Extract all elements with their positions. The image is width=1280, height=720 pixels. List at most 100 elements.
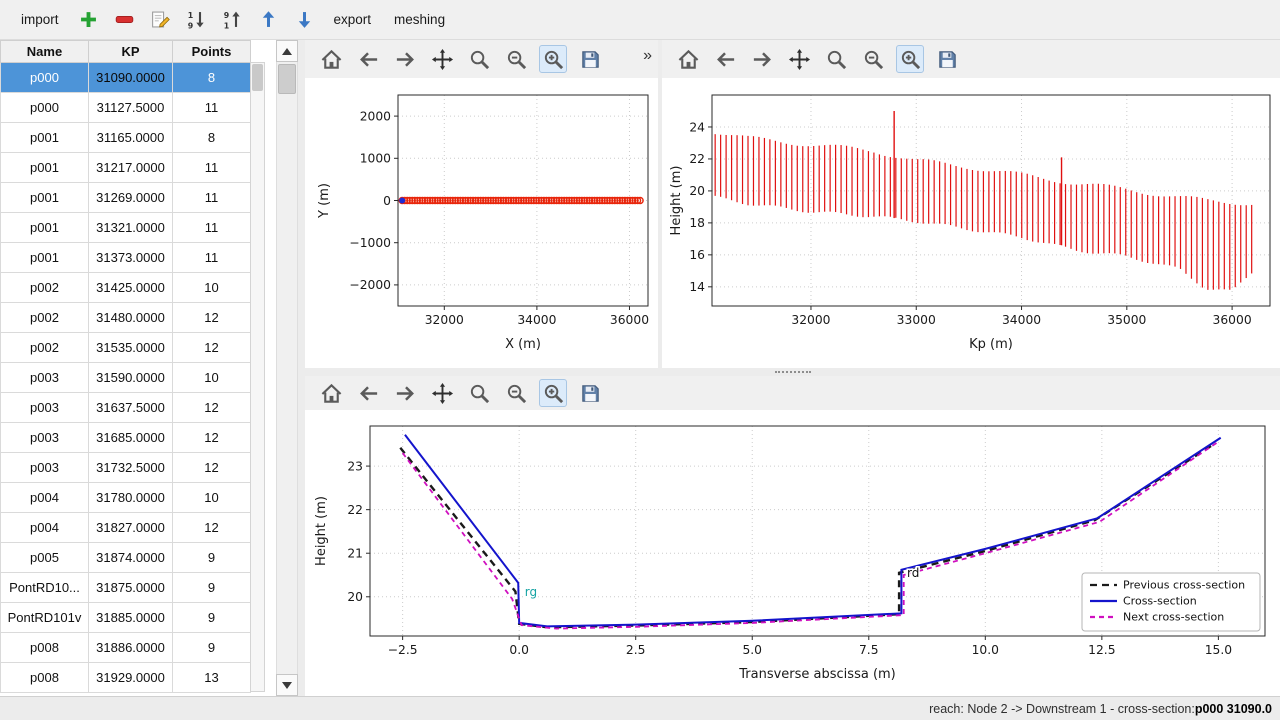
save-button[interactable] [576,45,604,73]
table-row[interactable]: p00331685.000012 [1,423,251,453]
table-row[interactable]: p00031090.00008 [1,63,251,93]
home-button[interactable] [317,379,345,407]
panel-scrollbar[interactable] [276,40,298,696]
forward-icon [751,48,774,71]
cross-sections-panel: NameKPPoints p00031090.00008p00031127.50… [0,40,298,696]
home-button[interactable] [674,45,702,73]
svg-text:18: 18 [689,216,705,230]
zoom-out-button[interactable] [502,379,530,407]
table-row[interactable]: p00331590.000010 [1,363,251,393]
save-button[interactable] [933,45,961,73]
table-row[interactable]: p00531874.00009 [1,543,251,573]
scroll-up-button[interactable] [276,40,298,62]
zoom-out-icon [505,382,528,405]
zoom-in-button[interactable] [539,45,567,73]
forward-button[interactable] [748,45,776,73]
zoom-button[interactable] [465,379,493,407]
table-row[interactable]: p00231535.000012 [1,333,251,363]
series-selected-cross-section [399,198,405,204]
import-button[interactable]: import [14,8,66,31]
svg-text:9: 9 [223,11,228,20]
svg-text:20: 20 [347,590,363,604]
figure-profile[interactable]: 3200033000340003500036000141618202224Kp … [662,78,1280,368]
profile-figure[interactable]: 3200033000340003500036000141618202224Kp … [662,78,1280,368]
pan-button[interactable] [785,45,813,73]
svg-text:15.0: 15.0 [1205,643,1232,657]
table-scrollbar-thumb[interactable] [252,64,263,91]
cell-kp: 31165.0000 [89,123,173,153]
cell-points: 10 [173,273,251,303]
table-row[interactable]: p00831929.000013 [1,663,251,693]
zoom-out-icon [505,48,528,71]
column-header-points[interactable]: Points [173,41,251,63]
cell-points: 11 [173,93,251,123]
table-row[interactable]: p00431827.000012 [1,513,251,543]
panel-scrollbar-track[interactable] [276,62,298,674]
remove-cross-section-button[interactable] [111,6,138,33]
table-row[interactable]: p00131373.000011 [1,243,251,273]
export-button[interactable]: export [327,8,379,31]
cell-name: p001 [1,153,89,183]
figure-plan[interactable]: 320003400036000−2000−1000010002000X (m)Y… [305,78,658,368]
column-header-kp[interactable]: KP [89,41,173,63]
column-header-name[interactable]: Name [1,41,89,63]
table-row[interactable]: PontRD10...31875.00009 [1,573,251,603]
edit-button[interactable] [147,6,174,33]
zoom-in-icon [542,382,565,405]
cell-name: p001 [1,213,89,243]
sort-ascending-button[interactable]: 91 [219,6,246,33]
cell-name: p008 [1,633,89,663]
back-button[interactable] [354,379,382,407]
cross-sections-table[interactable]: NameKPPoints p00031090.00008p00031127.50… [0,40,251,693]
move-down-button[interactable] [291,6,318,33]
home-button[interactable] [317,45,345,73]
pan-button[interactable] [428,45,456,73]
toolbar-overflow-button[interactable]: » [643,47,652,65]
zoom-in-button[interactable] [896,45,924,73]
pan-button[interactable] [428,379,456,407]
table-row[interactable]: p00331637.500012 [1,393,251,423]
table-row[interactable]: p00231480.000012 [1,303,251,333]
table-row[interactable]: p00131269.000011 [1,183,251,213]
zoom-button[interactable] [822,45,850,73]
back-button[interactable] [354,45,382,73]
move-up-button[interactable] [255,6,282,33]
table-row[interactable]: p00231425.000010 [1,273,251,303]
cell-name: p004 [1,513,89,543]
zoom-button[interactable] [465,45,493,73]
table-row[interactable]: p00131165.00008 [1,123,251,153]
table-row[interactable]: p00031127.500011 [1,93,251,123]
horizontal-splitter[interactable] [305,368,1280,376]
table-row[interactable]: p00831886.00009 [1,633,251,663]
cell-kp: 31886.0000 [89,633,173,663]
figure-xsection[interactable]: −2.50.02.55.07.510.012.515.020212223Tran… [305,410,1280,696]
sort-descending-button[interactable]: 19 [183,6,210,33]
add-cross-section-button[interactable] [75,6,102,33]
zoom-in-icon [542,48,565,71]
cell-name: p003 [1,393,89,423]
table-row[interactable]: p00431780.000010 [1,483,251,513]
cell-kp: 31425.0000 [89,273,173,303]
vertical-splitter[interactable] [298,40,305,696]
panel-scrollbar-thumb[interactable] [278,64,296,94]
home-icon [320,48,343,71]
save-button[interactable] [576,379,604,407]
forward-button[interactable] [391,45,419,73]
zoom-out-button[interactable] [502,45,530,73]
plan-view-figure[interactable]: 320003400036000−2000−1000010002000X (m)Y… [305,78,658,368]
meshing-button[interactable]: meshing [387,8,452,31]
table-row[interactable]: p00131321.000011 [1,213,251,243]
zoom-in-button[interactable] [539,379,567,407]
save-icon [579,382,602,405]
table-row[interactable]: p00131217.000011 [1,153,251,183]
table-row[interactable]: PontRD101v31885.00009 [1,603,251,633]
table-row[interactable]: p00331732.500012 [1,453,251,483]
zoom-out-button[interactable] [859,45,887,73]
back-button[interactable] [711,45,739,73]
forward-button[interactable] [391,379,419,407]
table-scrollbar[interactable] [250,62,265,692]
cell-kp: 31875.0000 [89,573,173,603]
cross-section-figure[interactable]: −2.50.02.55.07.510.012.515.020212223Tran… [305,410,1280,696]
scroll-down-button[interactable] [276,674,298,696]
back-icon [357,382,380,405]
